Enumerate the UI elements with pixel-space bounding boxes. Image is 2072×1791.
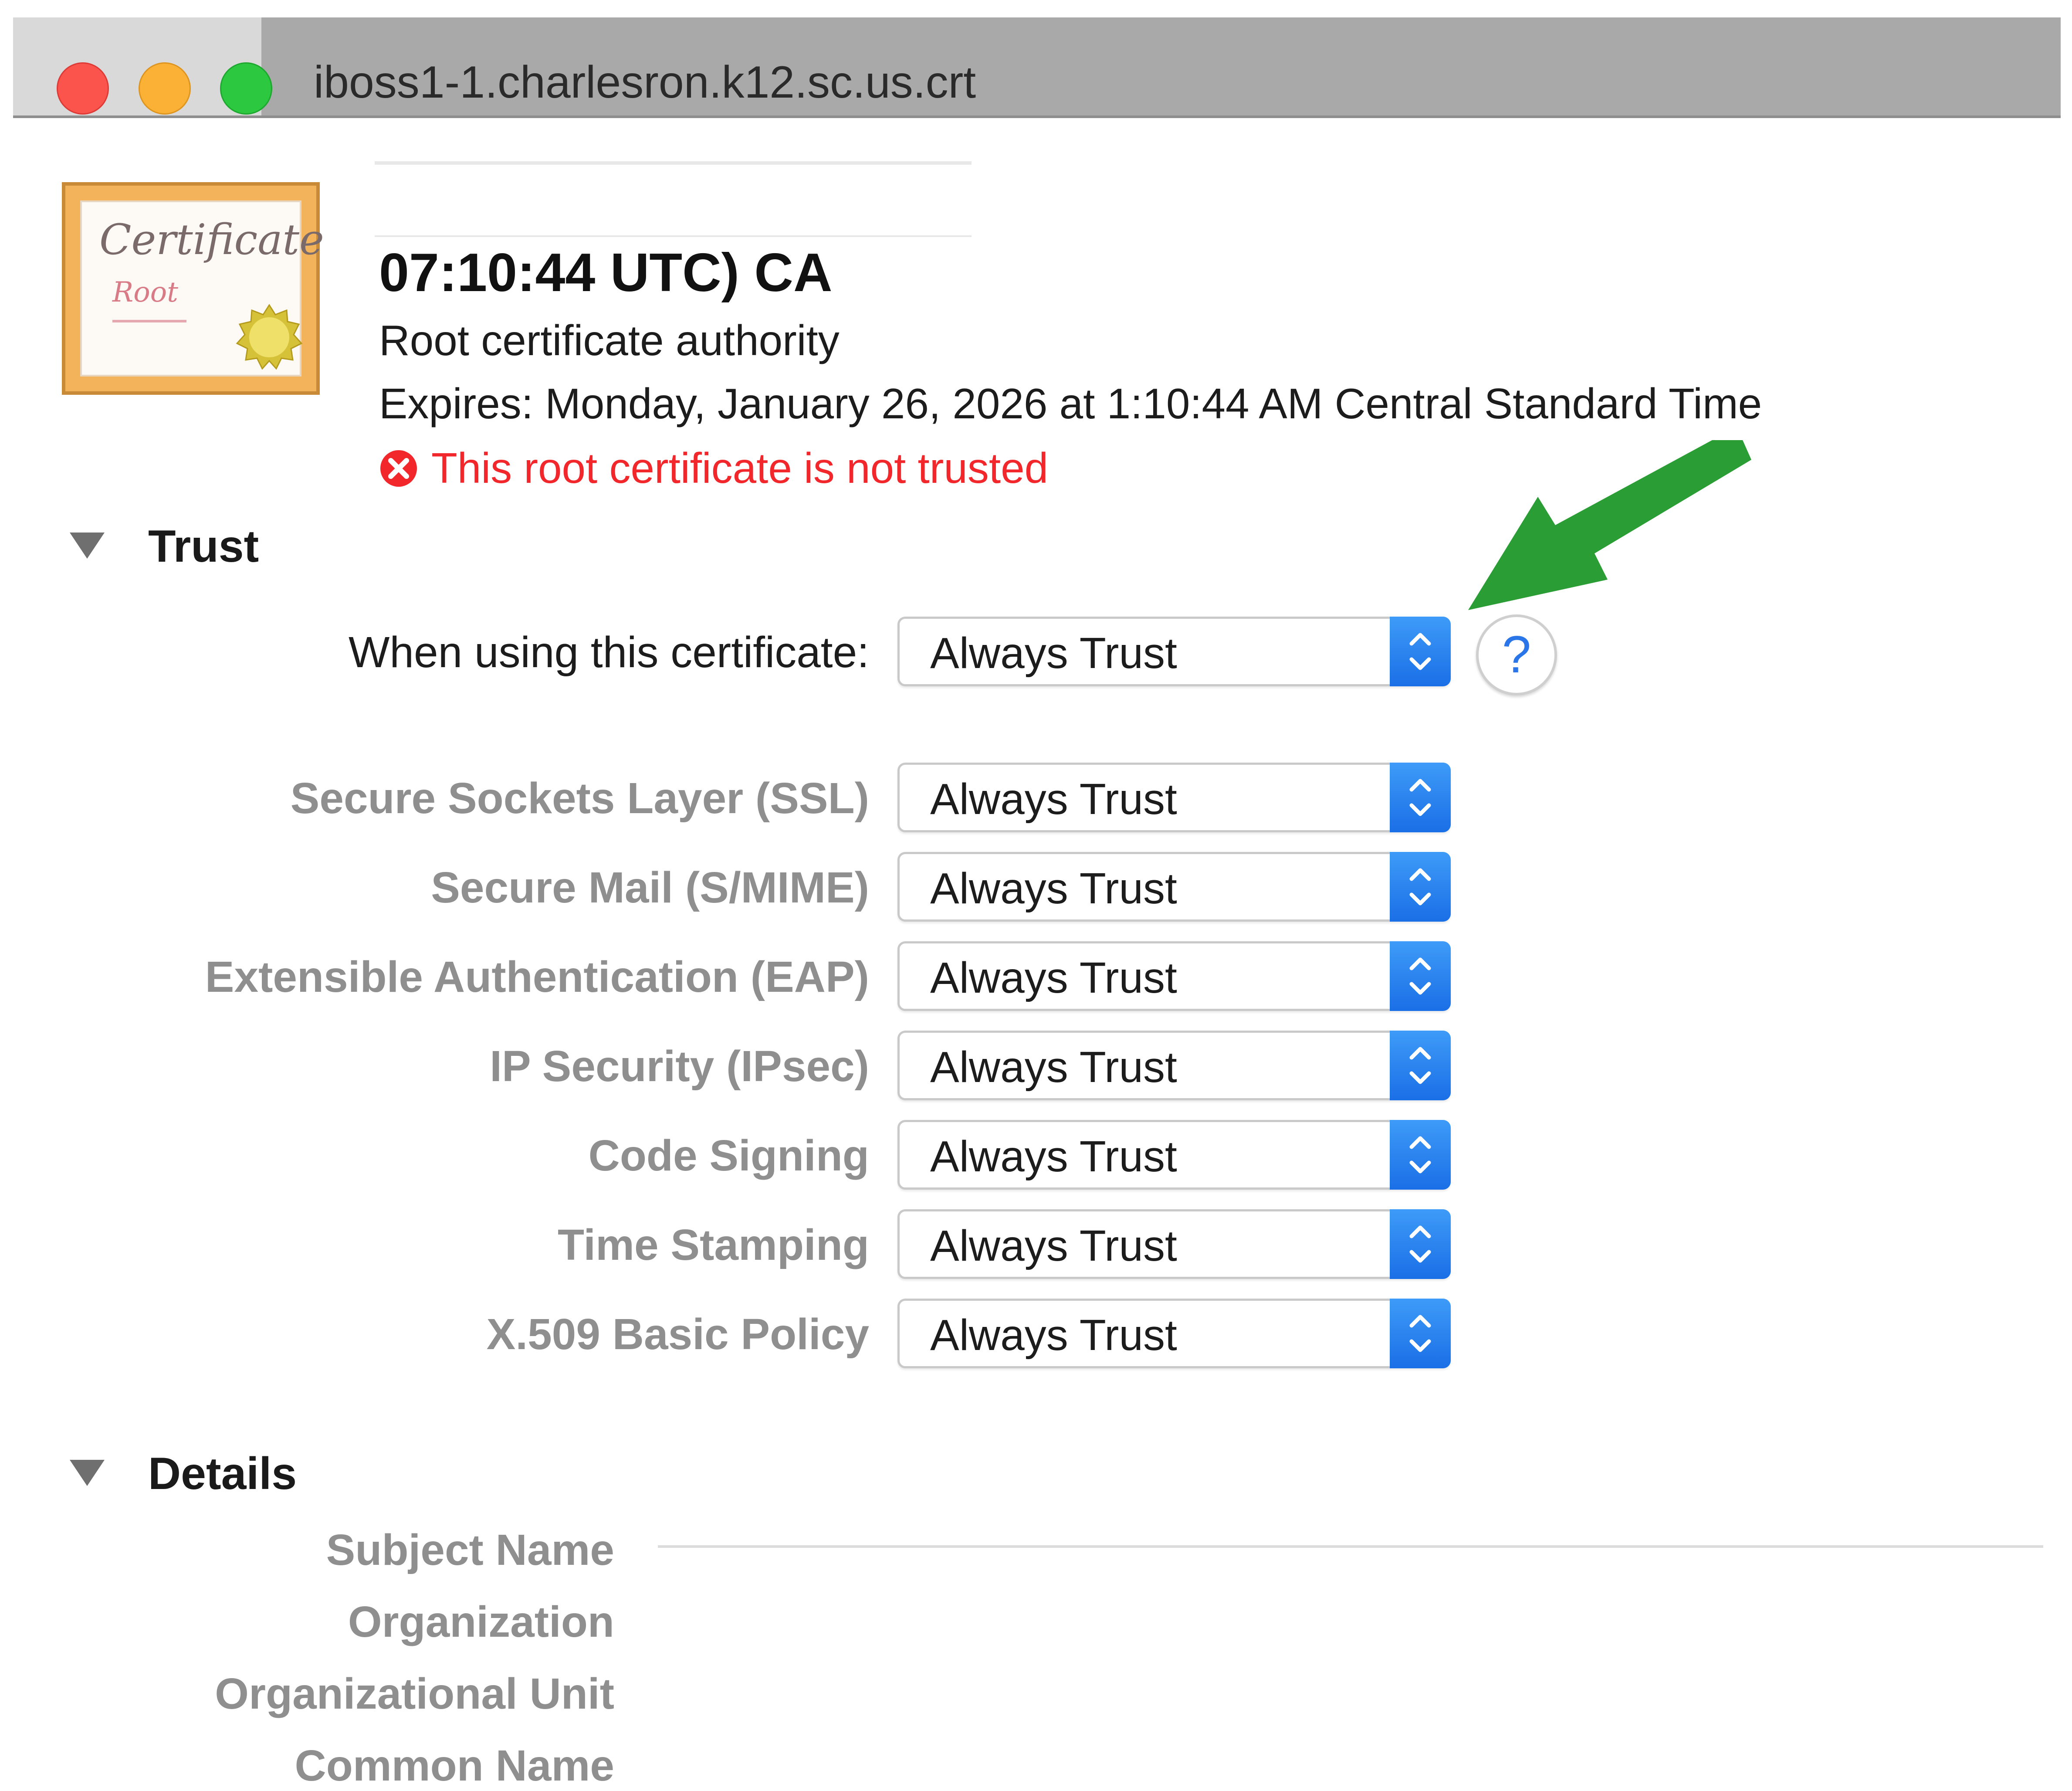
certificate-icon: Certificate Root	[62, 182, 324, 395]
details-separator	[658, 1545, 2043, 1548]
details-section-title[interactable]: Details	[148, 1448, 297, 1500]
policy-select-x509[interactable]: Always Trust	[897, 1299, 1451, 1368]
policy-label-ssl: Secure Sockets Layer (SSL)	[290, 774, 869, 823]
close-icon[interactable]	[57, 62, 109, 115]
up-down-chevron-icon	[1390, 1209, 1451, 1279]
up-down-chevron-icon	[1390, 852, 1451, 922]
up-down-chevron-icon	[1390, 1120, 1451, 1190]
select-value: Always Trust	[930, 1311, 1177, 1360]
detail-label-common-name: Common Name	[295, 1741, 614, 1790]
select-value: Always Trust	[930, 1132, 1177, 1181]
window-title: iboss1-1.charlesron.k12.sc.us.crt	[314, 57, 976, 108]
policy-select-ssl[interactable]: Always Trust	[897, 763, 1451, 832]
policy-select-code-signing[interactable]: Always Trust	[897, 1120, 1451, 1190]
certificate-paper: Certificate Root	[80, 200, 324, 377]
certificate-expiry: Expires: Monday, January 26, 2026 at 1:1…	[379, 380, 1762, 427]
select-value: Always Trust	[930, 629, 1177, 678]
select-value: Always Trust	[930, 1043, 1177, 1092]
certificate-icon-text: Certificate	[99, 215, 324, 264]
policy-select-time-stamping[interactable]: Always Trust	[897, 1209, 1451, 1279]
policy-label-time-stamping: Time Stamping	[558, 1221, 869, 1269]
policy-label-smime: Secure Mail (S/MIME)	[431, 863, 869, 912]
minimize-icon[interactable]	[139, 62, 191, 115]
certificate-seal-icon	[236, 304, 303, 370]
select-value: Always Trust	[930, 864, 1177, 913]
up-down-chevron-icon	[1390, 763, 1451, 832]
select-value: Always Trust	[930, 775, 1177, 824]
up-down-chevron-icon	[1390, 617, 1451, 686]
header-separator-2	[375, 235, 972, 237]
trust-status: This root certificate is not trusted	[431, 444, 1049, 492]
up-down-chevron-icon	[1390, 1299, 1451, 1368]
trust-section-title[interactable]: Trust	[148, 521, 259, 573]
arrow-annotation-icon	[1468, 440, 1751, 610]
certificate-name: 07:10:44 UTC) CA	[379, 243, 833, 303]
detail-label-subject-name: Subject Name	[326, 1526, 614, 1574]
certificate-kind: Root certificate authority	[379, 316, 840, 364]
disclosure-triangle-icon[interactable]	[70, 533, 105, 559]
policy-select-smime[interactable]: Always Trust	[897, 852, 1451, 922]
select-value: Always Trust	[930, 1221, 1177, 1270]
policy-label-eap: Extensible Authentication (EAP)	[205, 953, 869, 1001]
disclosure-triangle-icon[interactable]	[70, 1460, 105, 1486]
certificate-icon-flourish	[112, 320, 186, 322]
select-value: Always Trust	[930, 953, 1177, 1002]
when-using-label: When using this certificate:	[349, 628, 869, 677]
policy-label-x509: X.509 Basic Policy	[486, 1310, 869, 1359]
zoom-icon[interactable]	[220, 62, 272, 115]
window-titlebar: iboss1-1.charlesron.k12.sc.us.crt	[13, 17, 2061, 118]
error-icon	[380, 450, 417, 487]
detail-label-organization: Organization	[348, 1598, 614, 1646]
detail-label-organizational-unit: Organizational Unit	[215, 1669, 614, 1718]
header-separator	[375, 161, 972, 165]
policy-select-eap[interactable]: Always Trust	[897, 941, 1451, 1011]
when-using-select[interactable]: Always Trust	[897, 617, 1451, 686]
up-down-chevron-icon	[1390, 941, 1451, 1011]
up-down-chevron-icon	[1390, 1031, 1451, 1100]
certificate-icon-subtext: Root	[112, 276, 178, 309]
policy-select-ipsec[interactable]: Always Trust	[897, 1031, 1451, 1100]
help-icon[interactable]: ?	[1476, 614, 1557, 695]
policy-label-ipsec: IP Security (IPsec)	[490, 1042, 869, 1091]
policy-label-code-signing: Code Signing	[588, 1131, 869, 1180]
